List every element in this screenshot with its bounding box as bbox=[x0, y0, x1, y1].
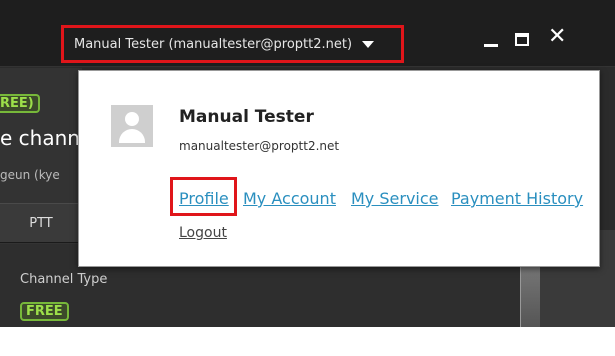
close-icon[interactable]: ✕ bbox=[548, 26, 566, 48]
channel-type-label: Channel Type bbox=[20, 272, 108, 287]
user-menu-label: Manual Tester (manualtester@proptt2.net) bbox=[74, 36, 353, 52]
user-icon bbox=[125, 112, 139, 126]
channel-type-badge: FREE bbox=[20, 302, 69, 321]
channel-owner: geun (kye bbox=[0, 168, 60, 182]
maximize-icon[interactable] bbox=[515, 33, 529, 46]
user-icon-body bbox=[119, 129, 145, 143]
minimize-icon[interactable] bbox=[484, 44, 498, 47]
user-name: Manual Tester bbox=[179, 107, 314, 127]
title-bar: Manual Tester (manualtester@proptt2.net)… bbox=[0, 0, 615, 67]
avatar bbox=[111, 105, 153, 147]
my-account-link[interactable]: My Account bbox=[243, 189, 336, 208]
tab-ptt[interactable]: PTT bbox=[0, 203, 82, 243]
profile-link[interactable]: Profile bbox=[179, 189, 229, 208]
payment-history-link[interactable]: Payment History bbox=[451, 189, 583, 208]
logout-link[interactable]: Logout bbox=[179, 225, 227, 241]
user-menu-button[interactable]: Manual Tester (manualtester@proptt2.net) bbox=[61, 25, 404, 63]
my-service-link[interactable]: My Service bbox=[351, 189, 439, 208]
chevron-down-icon bbox=[362, 40, 375, 48]
user-email: manualtester@proptt2.net bbox=[179, 139, 340, 153]
free-badge: REE) bbox=[0, 94, 40, 113]
account-popup: Manual Tester manualtester@proptt2.net P… bbox=[78, 70, 600, 267]
channel-name[interactable]: e chann bbox=[0, 126, 80, 150]
